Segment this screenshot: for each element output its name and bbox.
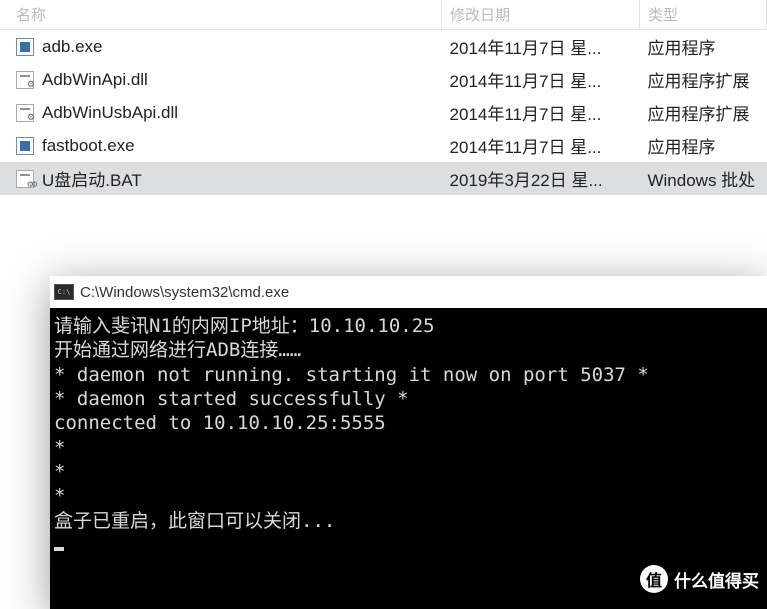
- table-row[interactable]: AdbWinApi.dll 2014年11月7日 星...应用程序扩展: [0, 63, 767, 96]
- table-row[interactable]: adb.exe 2014年11月7日 星...应用程序: [0, 30, 767, 64]
- cmd-icon: [54, 284, 74, 300]
- dll-file-icon: [16, 71, 34, 89]
- file-name: AdbWinApi.dll: [42, 70, 148, 90]
- table-row[interactable]: U盘启动.BAT 2019年3月22日 星...Windows 批处: [0, 162, 767, 195]
- file-name: adb.exe: [42, 37, 103, 57]
- file-date: 2014年11月7日 星...: [442, 129, 640, 162]
- exe-file-icon: [16, 38, 34, 56]
- cmd-cursor: [54, 547, 64, 551]
- file-date: 2019年3月22日 星...: [442, 162, 640, 195]
- table-row[interactable]: AdbWinUsbApi.dll 2014年11月7日 星...应用程序扩展: [0, 96, 767, 129]
- file-date: 2014年11月7日 星...: [442, 96, 640, 129]
- cmd-window: C:\Windows\system32\cmd.exe 请输入斐讯N1的内网IP…: [50, 276, 767, 609]
- file-type: 应用程序扩展: [639, 96, 766, 129]
- watermark-logo: 值: [640, 565, 668, 593]
- file-name: U盘启动.BAT: [42, 166, 142, 191]
- bat-file-icon: [16, 170, 34, 188]
- column-header-type[interactable]: 类型: [639, 0, 766, 30]
- watermark: 值 什么值得买: [640, 565, 759, 593]
- file-type: 应用程序: [639, 129, 766, 162]
- file-type: 应用程序: [639, 30, 766, 64]
- file-type: Windows 批处: [639, 162, 766, 195]
- cmd-title: C:\Windows\system32\cmd.exe: [80, 284, 289, 301]
- column-header-name[interactable]: 名称: [0, 0, 442, 30]
- watermark-text: 什么值得买: [674, 567, 759, 592]
- cmd-titlebar[interactable]: C:\Windows\system32\cmd.exe: [50, 276, 767, 308]
- dll-file-icon: [16, 104, 34, 122]
- exe-file-icon: [16, 137, 34, 155]
- file-type: 应用程序扩展: [639, 63, 766, 96]
- file-name: AdbWinUsbApi.dll: [42, 103, 178, 123]
- file-date: 2014年11月7日 星...: [442, 63, 640, 96]
- cmd-output: 请输入斐讯N1的内网IP地址：10.10.10.25 开始通过网络进行ADB连接…: [50, 308, 767, 563]
- column-header-row: 名称 修改日期 类型: [0, 0, 767, 30]
- file-list: 名称 修改日期 类型 adb.exe2014年11月7日 星...应用程序Adb…: [0, 0, 767, 195]
- table-row[interactable]: fastboot.exe 2014年11月7日 星...应用程序: [0, 129, 767, 162]
- file-date: 2014年11月7日 星...: [442, 30, 640, 64]
- file-name: fastboot.exe: [42, 136, 135, 156]
- column-header-date[interactable]: 修改日期: [442, 0, 640, 30]
